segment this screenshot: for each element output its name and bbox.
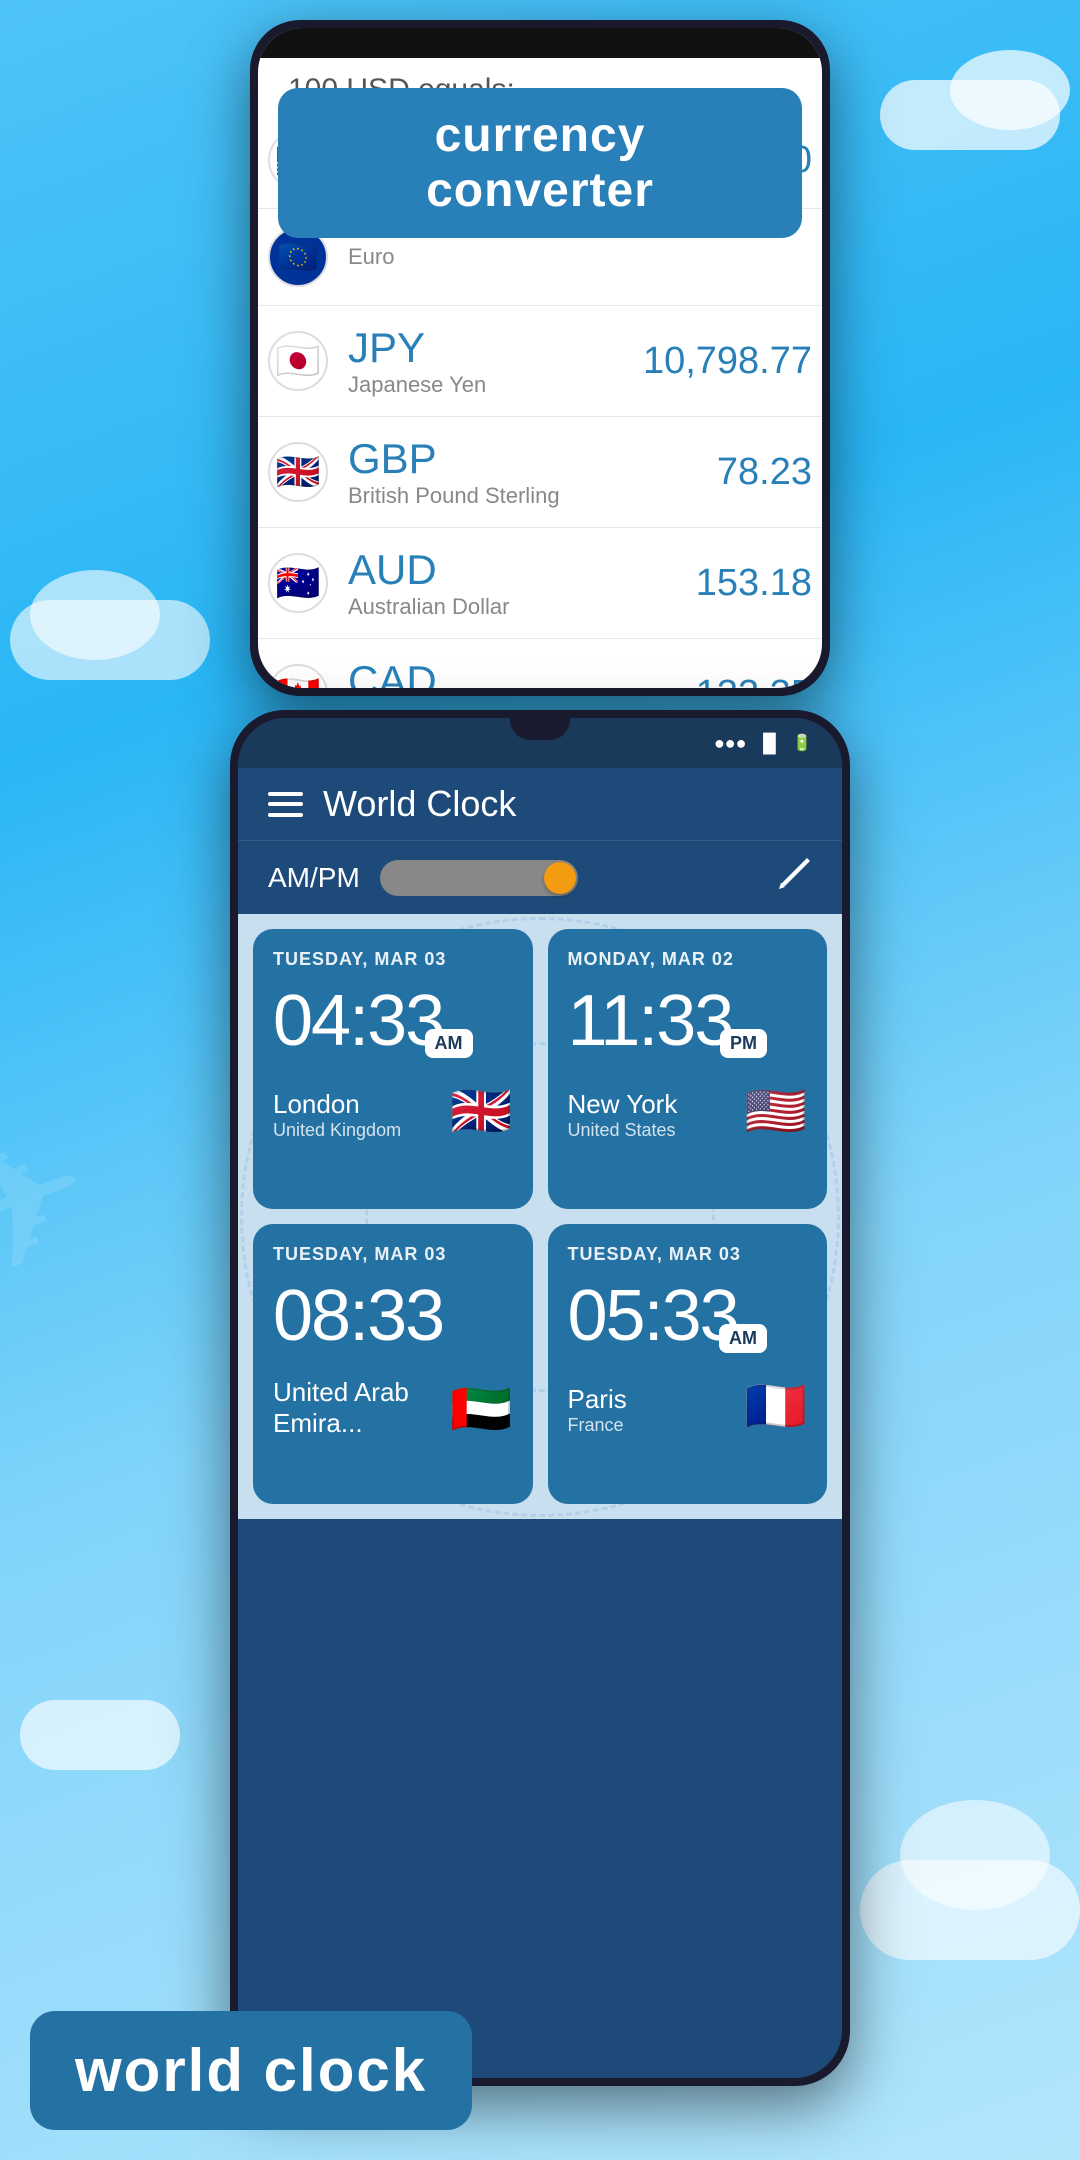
currency-banner-text: currency converter	[426, 109, 654, 217]
clock-country-paris: France	[568, 1415, 627, 1436]
hamburger-line-2	[268, 802, 303, 806]
phone-notch	[510, 718, 570, 740]
clock-ampm-newyork: PM	[720, 1029, 767, 1058]
clock-country-london: United Kingdom	[273, 1120, 401, 1141]
menu-button[interactable]	[268, 792, 303, 817]
currency-row-gbp: 🇬🇧 GBP British Pound Sterling 78.23	[258, 417, 822, 528]
currency-code-cad: CAD	[348, 657, 696, 688]
clock-time-newyork: 11:33	[568, 980, 808, 1062]
currency-row-cad: 🇨🇦 CAD Canadian Dollar 133.35	[258, 639, 822, 688]
world-clock-label-badge: world clock	[30, 2011, 472, 2130]
currency-info-cad: CAD Canadian Dollar	[348, 657, 696, 688]
currency-info-gbp: GBP British Pound Sterling	[348, 435, 717, 509]
clock-card-uae: TUESDAY, MAR 03 08:33 United Arab Emira.…	[253, 1224, 533, 1504]
clock-time-paris: 05:33	[568, 1275, 808, 1357]
currency-info-eur: Euro	[348, 244, 812, 270]
currency-value-cad: 133.35	[696, 673, 812, 689]
clock-card-london: TUESDAY, MAR 03 04:33 AM London United K…	[253, 929, 533, 1209]
flag-jpy: 🇯🇵	[268, 331, 328, 391]
currency-code-gbp: GBP	[348, 435, 717, 483]
clock-card-paris: TUESDAY, MAR 03 05:33 AM Paris France 🇫🇷	[548, 1224, 828, 1504]
status-icons: ●●● ▐▌ 🔋	[714, 733, 812, 754]
clock-city-london: London	[273, 1089, 401, 1120]
flag-aud: 🇦🇺	[268, 553, 328, 613]
world-clock-label-text: world clock	[75, 2037, 427, 2104]
currency-name-eur: Euro	[348, 244, 812, 270]
currency-value-gbp: 78.23	[717, 451, 812, 494]
clock-bottom-paris: Paris France 🇫🇷	[568, 1377, 808, 1436]
ampm-label: AM/PM	[268, 862, 360, 894]
clock-location-uae: United Arab Emira...	[273, 1377, 450, 1439]
clock-card-newyork: MONDAY, MAR 02 11:33 PM New York United …	[548, 929, 828, 1209]
currency-name-jpy: Japanese Yen	[348, 372, 643, 398]
clock-date-uae: TUESDAY, MAR 03	[273, 1244, 513, 1265]
currency-code-jpy: JPY	[348, 324, 643, 372]
currency-info-jpy: JPY Japanese Yen	[348, 324, 643, 398]
clock-time-uae: 08:33	[273, 1275, 513, 1357]
hamburger-line-3	[268, 813, 303, 817]
world-clock-toolbar: AM/PM	[238, 840, 842, 914]
clock-date-london: TUESDAY, MAR 03	[273, 949, 513, 970]
clock-location-newyork: New York United States	[568, 1089, 678, 1141]
currency-info-aud: AUD Australian Dollar	[348, 546, 696, 620]
clock-bottom-uae: United Arab Emira... 🇦🇪	[273, 1377, 513, 1439]
currency-name-aud: Australian Dollar	[348, 594, 696, 620]
cloud-6	[900, 1800, 1050, 1910]
clock-city-paris: Paris	[568, 1384, 627, 1415]
clock-grid: TUESDAY, MAR 03 04:33 AM London United K…	[238, 914, 842, 1519]
clock-ampm-paris: AM	[719, 1324, 767, 1353]
currency-value-aud: 153.18	[696, 562, 812, 605]
edit-button[interactable]	[777, 856, 812, 899]
world-clock-header: World Clock	[238, 768, 842, 840]
flag-uae: 🇦🇪	[450, 1380, 512, 1439]
currency-code-aud: AUD	[348, 546, 696, 594]
ampm-toggle[interactable]	[380, 860, 579, 896]
clock-location-paris: Paris France	[568, 1384, 627, 1436]
cloud-7	[20, 1700, 180, 1770]
clock-bottom-newyork: New York United States 🇺🇸	[568, 1082, 808, 1141]
clock-ampm-london: AM	[425, 1029, 473, 1058]
flag-newyork: 🇺🇸	[745, 1082, 807, 1141]
currency-converter-phone: 100 USD equals: 🇺🇸 USD 100 🇪🇺 Euro 🇯🇵 JP…	[250, 20, 830, 696]
flag-paris: 🇫🇷	[745, 1377, 807, 1436]
pencil-icon	[777, 856, 812, 891]
clock-bottom-london: London United Kingdom 🇬🇧	[273, 1082, 513, 1141]
currency-value-jpy: 10,798.77	[643, 340, 812, 383]
clock-time-london: 04:33	[273, 980, 513, 1062]
currency-row-jpy: 🇯🇵 JPY Japanese Yen 10,798.77	[258, 306, 822, 417]
clock-city-uae: United Arab Emira...	[273, 1377, 450, 1439]
clock-country-newyork: United States	[568, 1120, 678, 1141]
phone-status-bar: ●●● ▐▌ 🔋	[238, 718, 842, 768]
world-clock-title: World Clock	[323, 783, 812, 825]
hamburger-line-1	[268, 792, 303, 796]
clock-location-london: London United Kingdom	[273, 1089, 401, 1141]
flag-gbp: 🇬🇧	[268, 442, 328, 502]
clock-date-paris: TUESDAY, MAR 03	[568, 1244, 808, 1265]
flag-london: 🇬🇧	[450, 1082, 512, 1141]
currency-row-aud: 🇦🇺 AUD Australian Dollar 153.18	[258, 528, 822, 639]
cloud-4	[30, 570, 160, 660]
airplane-decor: ✈	[0, 1081, 122, 1329]
cloud-2	[950, 50, 1070, 130]
currency-converter-banner: currency converter	[278, 88, 802, 238]
toggle-knob	[544, 862, 576, 894]
world-clock-phone: ●●● ▐▌ 🔋 World Clock AM/PM	[230, 710, 850, 2086]
clock-date-newyork: MONDAY, MAR 02	[568, 949, 808, 970]
flag-cad: 🇨🇦	[268, 664, 328, 688]
currency-name-gbp: British Pound Sterling	[348, 483, 717, 509]
clock-city-newyork: New York	[568, 1089, 678, 1120]
